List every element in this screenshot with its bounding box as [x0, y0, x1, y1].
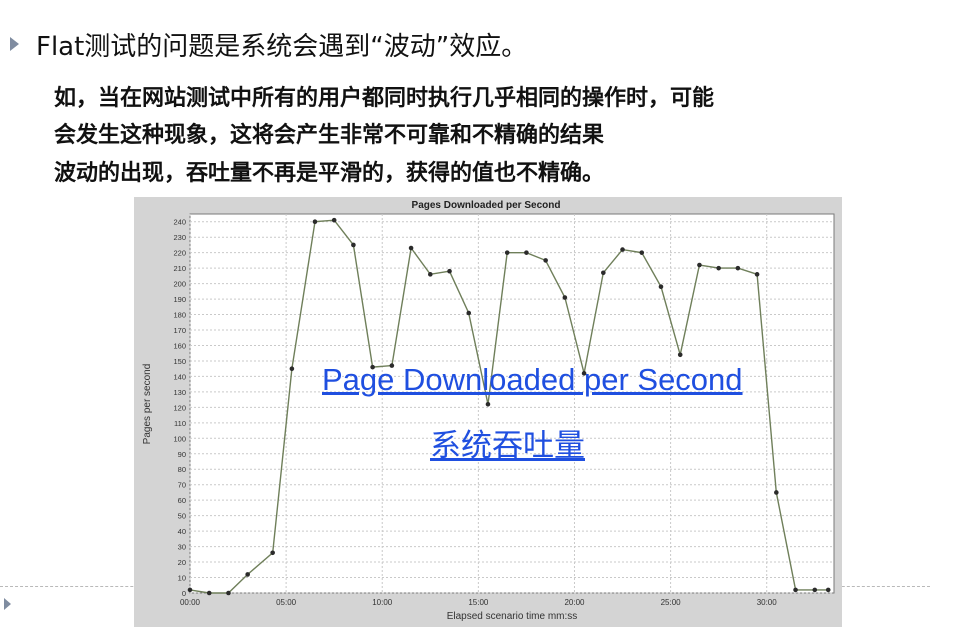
data-point	[524, 250, 529, 255]
data-point	[312, 219, 318, 225]
data-point	[187, 587, 193, 593]
chart-title: Pages Downloaded per Second	[412, 200, 561, 211]
bullet-icon	[10, 37, 19, 51]
footer-bullet-icon	[4, 598, 11, 610]
y-tick-label: 50	[178, 512, 186, 521]
x-tick-label: 00:00	[180, 598, 201, 607]
data-point	[504, 250, 510, 255]
data-point	[427, 272, 433, 277]
x-tick-label: 20:00	[564, 598, 585, 607]
data-point	[245, 572, 250, 577]
data-point	[793, 587, 798, 593]
y-tick-label: 30	[178, 543, 186, 552]
y-tick-label: 180	[173, 311, 186, 320]
data-point	[639, 250, 645, 255]
page-downloaded-link[interactable]: Page Downloaded per Second	[322, 362, 743, 398]
data-point	[754, 272, 760, 277]
data-point	[408, 245, 414, 251]
body-line-2: 会发生这种现象，这将会产生非常不可靠和不精确的结果	[54, 122, 605, 148]
y-axis-label: Pages per second	[142, 364, 153, 445]
data-point	[658, 284, 664, 290]
y-tick-label: 150	[173, 357, 186, 366]
data-point	[774, 490, 779, 495]
y-tick-label: 140	[173, 372, 186, 381]
data-point	[697, 262, 702, 268]
y-tick-label: 220	[173, 249, 186, 258]
x-tick-label: 10:00	[372, 598, 393, 607]
data-point	[289, 366, 295, 371]
data-point	[735, 265, 741, 271]
y-tick-label: 230	[173, 233, 186, 242]
y-tick-label: 10	[178, 574, 186, 583]
slide-heading: Flat测试的问题是系统会遇到“波动”效应。	[36, 32, 528, 62]
data-point	[331, 217, 337, 223]
y-tick-label: 170	[173, 326, 186, 335]
data-point	[351, 242, 356, 248]
data-point	[620, 247, 625, 252]
data-point	[562, 295, 568, 300]
y-tick-label: 130	[173, 388, 186, 397]
y-tick-label: 200	[173, 280, 186, 289]
y-tick-label: 20	[178, 558, 186, 567]
y-tick-label: 70	[178, 481, 186, 490]
data-point	[270, 550, 275, 556]
data-point	[466, 310, 472, 316]
y-tick-label: 240	[173, 218, 186, 227]
data-point	[825, 587, 831, 593]
data-point	[226, 590, 231, 596]
y-tick-label: 210	[173, 264, 186, 273]
y-tick-label: 60	[178, 496, 186, 505]
body-line-1: 如，当在网站测试中所有的用户都同时执行几乎相同的操作时，可能	[54, 85, 715, 111]
y-tick-label: 160	[173, 341, 186, 350]
chart-svg: Pages Downloaded per Second 0 10 20 30 40 50 6…	[142, 200, 835, 622]
y-tick-label: 110	[174, 419, 186, 428]
data-point	[812, 587, 818, 593]
data-point	[716, 265, 721, 271]
y-tick-label: 80	[178, 465, 186, 474]
body-line-3: 波动的出现，吞吐量不再是平滑的，获得的值也不精确。	[54, 160, 605, 186]
y-tick-label: 120	[173, 403, 186, 412]
data-point	[543, 258, 548, 263]
x-axis-label: Elapsed scenario time mm:ss	[447, 611, 578, 622]
data-point	[206, 590, 212, 596]
y-tick-label: 0	[182, 589, 186, 598]
y-tick-label: 40	[178, 527, 186, 536]
data-point	[601, 270, 606, 276]
data-point	[677, 352, 683, 358]
system-throughput-link[interactable]: 系统吞吐量	[430, 420, 585, 465]
x-tick-label: 05:00	[276, 598, 297, 607]
x-tick-label: 25:00	[661, 598, 682, 607]
data-point	[485, 401, 491, 407]
data-point	[447, 268, 452, 274]
y-tick-label: 90	[178, 450, 186, 459]
y-tick-label: 100	[173, 434, 186, 443]
x-tick-label: 15:00	[468, 598, 489, 607]
chart: Pages Downloaded per Second 0 10 20 30 40 50 6…	[134, 197, 842, 627]
x-tick-label: 30:00	[757, 598, 778, 607]
y-tick-label: 190	[173, 295, 186, 304]
